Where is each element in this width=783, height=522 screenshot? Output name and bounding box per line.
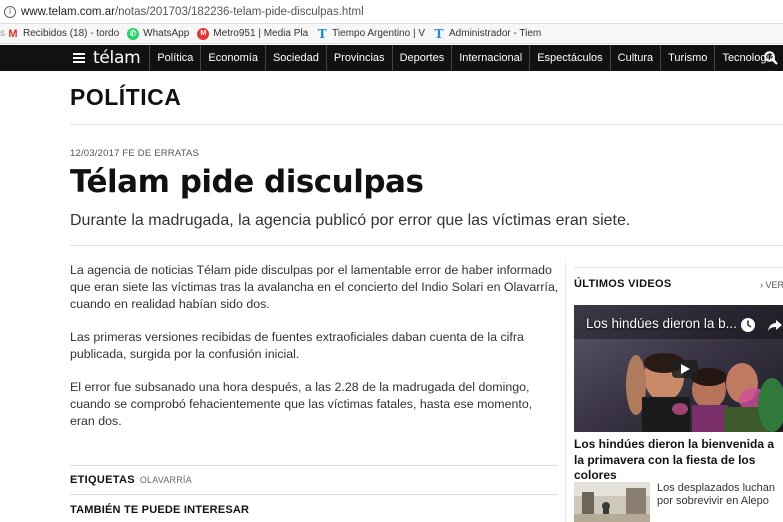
related-video-item[interactable]: Los desplazados luchan por sobrevivir en… [574, 482, 783, 522]
play-button[interactable] [672, 360, 698, 378]
telam-logo[interactable]: télam [93, 48, 141, 68]
article-subtitle: Durante la madrugada, la agencia publicó… [70, 212, 631, 229]
share-icon[interactable] [767, 317, 783, 333]
article-paragraph: Las primeras versiones recibidas de fuen… [70, 330, 524, 361]
watch-later-icon[interactable] [740, 317, 756, 333]
bookmark-metro[interactable]: M Metro951 | Media Pla [197, 27, 308, 40]
related-thumbnail [574, 482, 650, 522]
bookmark-separator: s [0, 28, 5, 39]
bookmark-whatsapp[interactable]: ✆ WhatsApp [127, 27, 189, 40]
play-icon [681, 364, 690, 374]
divider [70, 124, 783, 125]
related-heading: TAMBIÉN TE PUEDE INTERESAR [70, 504, 250, 516]
video-caption[interactable]: Los hindúes dieron la bienvenida a la pr… [574, 437, 783, 484]
section-title: POLÍTICA [70, 84, 182, 110]
nav-item-espectaculos[interactable]: Espectáculos [529, 45, 609, 71]
article-paragraph: La agencia de noticias Télam pide discul… [70, 263, 559, 311]
tiempo-icon: T [317, 26, 327, 41]
nav-item-cultura[interactable]: Cultura [609, 45, 660, 71]
url-text[interactable]: www.telam.com.ar/notas/201703/182236-tel… [21, 6, 364, 18]
metro-icon: M [197, 27, 210, 40]
tag-link[interactable]: OLAVARRÍA [140, 475, 192, 485]
tiempo-icon: T [434, 26, 444, 41]
menu-icon[interactable] [73, 53, 85, 63]
article-meta: 12/03/2017 FE DE ERRATAS [70, 148, 200, 159]
video-title: Los hindúes dieron la b... [586, 316, 737, 331]
video-player[interactable]: Los hindúes dieron la b... [574, 305, 783, 432]
article-body: La agencia de noticias Télam pide discul… [70, 262, 560, 446]
bookmark-administrador[interactable]: T Administrador - Tiem [433, 26, 542, 41]
article-title: Télam pide disculpas [70, 164, 424, 200]
nav-item-deportes[interactable]: Deportes [391, 45, 452, 71]
nav-item-provincias[interactable]: Provincias [325, 45, 392, 71]
search-icon[interactable] [764, 51, 778, 65]
divider [574, 267, 783, 268]
related-title: Los desplazados luchan por sobrevivir en… [657, 482, 776, 507]
sidebar-divider [565, 262, 566, 522]
videos-more-link[interactable]: › VER [760, 280, 783, 290]
bookmarks-bar: s M Recibidos (18) - tordo ✆ WhatsApp M … [0, 24, 783, 44]
tags-label: ETIQUETAS [70, 474, 135, 486]
videos-heading: ÚLTIMOS VIDEOS [574, 278, 672, 290]
nav-item-turismo[interactable]: Turismo [660, 45, 714, 71]
bookmark-tiempo[interactable]: T Tiempo Argentino | V [316, 26, 425, 41]
tags-row: ETIQUETAS OLAVARRÍA [70, 474, 192, 486]
divider [70, 245, 783, 246]
nav-item-economia[interactable]: Economía [200, 45, 265, 71]
address-bar[interactable]: i www.telam.com.ar/notas/201703/182236-t… [0, 0, 783, 24]
bookmark-gmail[interactable]: M Recibidos (18) - tordo [7, 28, 119, 40]
site-nav: télam Política Economía Sociedad Provinc… [0, 45, 783, 71]
divider [70, 494, 558, 495]
nav-item-politica[interactable]: Política [149, 45, 200, 71]
nav-item-internacional[interactable]: Internacional [451, 45, 529, 71]
nav-item-sociedad[interactable]: Sociedad [264, 45, 326, 71]
gmail-icon: M [8, 27, 18, 40]
info-icon[interactable]: i [4, 5, 16, 18]
whatsapp-icon: ✆ [127, 27, 140, 40]
article-paragraph: El error fue subsanado una hora después,… [70, 380, 533, 428]
divider [70, 465, 558, 466]
